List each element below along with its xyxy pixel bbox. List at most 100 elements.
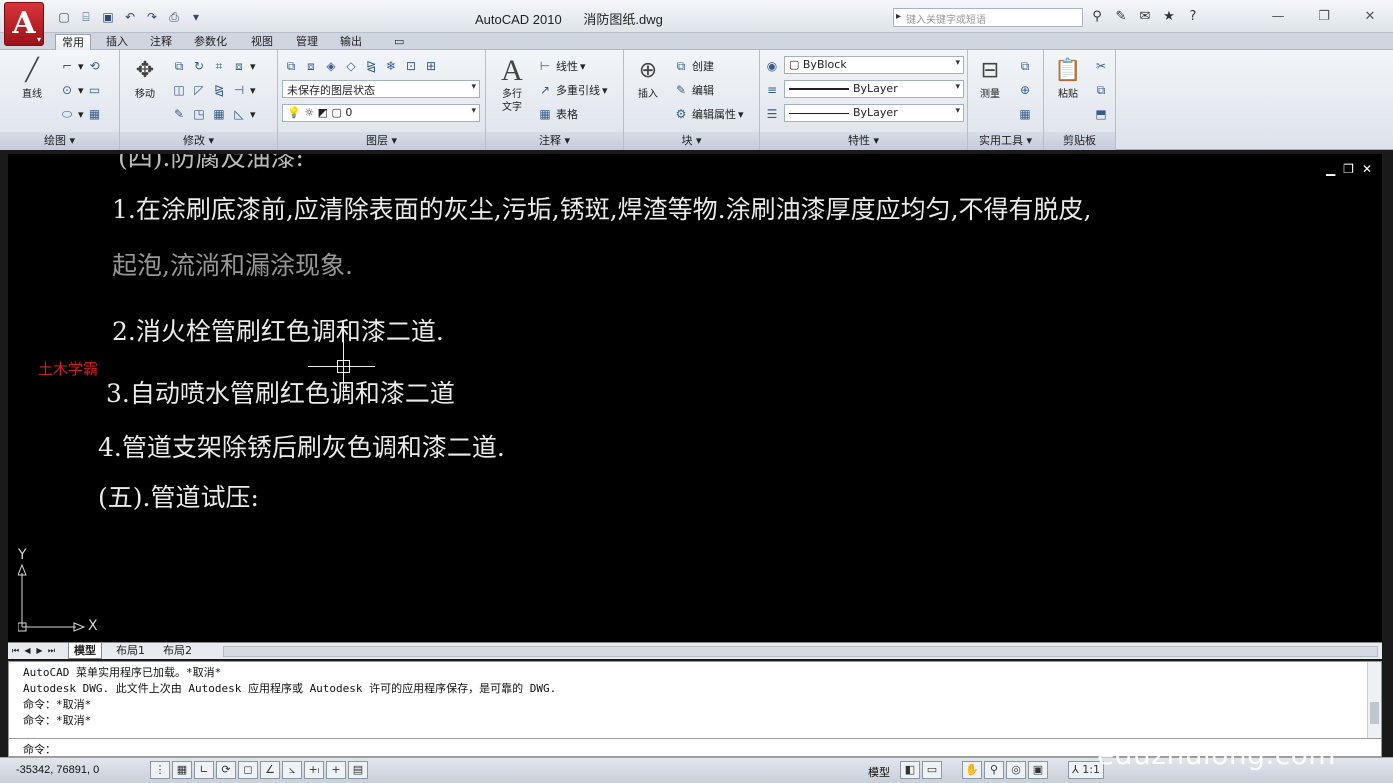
color-wheel-icon[interactable]: ◉ bbox=[763, 57, 781, 75]
last-layout-icon[interactable]: ⏭ bbox=[46, 645, 57, 657]
quick-properties-icon[interactable]: ▤ bbox=[348, 761, 368, 779]
tab-view[interactable]: 视图 bbox=[245, 34, 279, 50]
layer-walk-icon[interactable]: ⊞ bbox=[422, 57, 440, 75]
erase-icon[interactable]: ✎ bbox=[170, 105, 188, 123]
communication-icon[interactable]: ✉ bbox=[1136, 8, 1154, 26]
linear-dim-button[interactable]: ⊢ 线性 ▾ bbox=[536, 56, 586, 76]
tab-manage[interactable]: 管理 bbox=[290, 34, 324, 50]
next-layout-icon[interactable]: ▶ bbox=[34, 645, 45, 657]
select-all-icon[interactable]: ⊕ bbox=[1016, 81, 1034, 99]
rotate-icon[interactable]: ↻ bbox=[190, 57, 208, 75]
panel-draw-title[interactable]: 绘图 ▾ bbox=[0, 132, 119, 150]
color-dropdown[interactable]: ▢ ByBlock bbox=[784, 56, 964, 74]
new-icon[interactable]: ▢ bbox=[54, 7, 74, 27]
otrack-toggle-icon[interactable]: ∠ bbox=[260, 761, 280, 779]
create-block-button[interactable]: ⧉ 创建 bbox=[672, 56, 714, 76]
tab-layout2[interactable]: 布局2 bbox=[158, 643, 197, 659]
cut-icon[interactable]: ✂ bbox=[1092, 57, 1110, 75]
horizontal-scrollbar[interactable] bbox=[223, 646, 1378, 657]
tab-insert[interactable]: 插入 bbox=[100, 34, 134, 50]
lineweight-icon[interactable]: ≡ bbox=[763, 81, 781, 99]
grid-toggle-icon[interactable]: ▦ bbox=[172, 761, 192, 779]
tab-parametric[interactable]: 参数化 bbox=[188, 34, 233, 50]
layer-freeze-icon[interactable]: ❄ bbox=[382, 57, 400, 75]
snap-toggle-icon[interactable]: ⋮ bbox=[150, 761, 170, 779]
list-icon[interactable]: ☰ bbox=[763, 105, 781, 123]
layer-iso-icon[interactable]: ◈ bbox=[322, 57, 340, 75]
tab-layout1[interactable]: 布局1 bbox=[111, 643, 150, 659]
quick-view-layouts-icon[interactable]: ◧ bbox=[900, 761, 920, 779]
offset-icon[interactable]: ⧈ bbox=[230, 57, 248, 75]
layer-match-icon[interactable]: ⧎ bbox=[362, 57, 380, 75]
mleader-button[interactable]: ↗ 多重引线 ▾ bbox=[536, 80, 608, 100]
open-icon[interactable]: ⌸ bbox=[76, 7, 96, 27]
layer-state-icon[interactable]: ⧈ bbox=[302, 57, 320, 75]
tab-annotate[interactable]: 注释 bbox=[144, 34, 178, 50]
lineweight-toggle-icon[interactable]: + bbox=[326, 761, 346, 779]
drawing-close-icon[interactable]: ✕ bbox=[1362, 162, 1372, 176]
panel-modify-title[interactable]: 修改 ▾ bbox=[120, 132, 277, 150]
save-icon[interactable]: ▣ bbox=[98, 7, 118, 27]
binoculars-icon[interactable]: ⚲ bbox=[1088, 8, 1106, 26]
redo-icon[interactable]: ↷ bbox=[142, 7, 162, 27]
favorites-icon[interactable]: ★ bbox=[1160, 8, 1178, 26]
mtext-button[interactable]: A 多行 文字 bbox=[492, 54, 532, 114]
circle-button[interactable]: ⊙ ▾ ▭ bbox=[58, 80, 104, 100]
lineweight-dropdown[interactable]: ByLayer bbox=[784, 104, 964, 122]
line-button[interactable]: ╱ 直线 bbox=[12, 54, 52, 101]
layer-lock-icon[interactable]: ⊡ bbox=[402, 57, 420, 75]
edit-attribute-button[interactable]: ⚙ 编辑属性 ▾ bbox=[672, 104, 744, 124]
layer-dropdown[interactable]: 💡 ☼ ◩ ▢ 0 bbox=[282, 104, 480, 122]
showmotion-icon[interactable]: ▣ bbox=[1028, 761, 1048, 779]
quick-select-icon[interactable]: ⧉ bbox=[1016, 57, 1034, 75]
copy-icon[interactable]: ⧉ bbox=[170, 57, 188, 75]
edit-block-button[interactable]: ✎ 编辑 bbox=[672, 80, 714, 100]
minimize-icon[interactable]: — bbox=[1255, 0, 1301, 33]
fillet-icon[interactable]: ◸ bbox=[190, 81, 208, 99]
mirror-icon[interactable]: ⧎ bbox=[210, 81, 228, 99]
osnap-toggle-icon[interactable]: ◻ bbox=[238, 761, 258, 779]
tab-home[interactable]: 常用 bbox=[55, 34, 91, 50]
array-icon[interactable]: ▦ bbox=[210, 105, 228, 123]
calculator-icon[interactable]: ▦ bbox=[1016, 105, 1034, 123]
close-icon[interactable]: ✕ bbox=[1347, 0, 1393, 33]
ellipse-button[interactable]: ⬭ ▾ ▦ bbox=[58, 104, 104, 124]
extend-icon[interactable]: ⊣ bbox=[230, 81, 248, 99]
trim-icon[interactable]: ⌗ bbox=[210, 57, 228, 75]
ribbon-minimize-icon[interactable]: ▭ bbox=[388, 34, 410, 50]
rectangle-icon[interactable]: ▭ bbox=[86, 81, 104, 99]
scale-icon[interactable]: ◳ bbox=[190, 105, 208, 123]
paste-button[interactable]: 📋 粘贴 bbox=[1048, 54, 1088, 101]
dyn-toggle-icon[interactable]: +ₗ bbox=[304, 761, 324, 779]
panel-properties-title[interactable]: 特性 ▾ bbox=[760, 132, 967, 150]
insert-block-button[interactable]: ⊕ 插入 bbox=[628, 54, 668, 101]
polar-toggle-icon[interactable]: ⟳ bbox=[216, 761, 236, 779]
layer-properties-icon[interactable]: ⧉ bbox=[282, 57, 300, 75]
pan-icon[interactable]: ✋ bbox=[962, 761, 982, 779]
subscription-icon[interactable]: ✎ bbox=[1112, 8, 1130, 26]
panel-layers-title[interactable]: 图层 ▾ bbox=[278, 132, 485, 150]
drawing-canvas[interactable]: (四).防腐及油漆: 1.在涂刷底漆前,应清除表面的灰尘,污垢,锈斑,焊渣等物.… bbox=[8, 154, 1382, 642]
coordinates-readout[interactable]: -35342, 76891, 0 bbox=[16, 764, 99, 776]
qat-dropdown-icon[interactable]: ▾ bbox=[186, 7, 206, 27]
first-layout-icon[interactable]: ⏮ bbox=[10, 645, 21, 657]
linetype-dropdown[interactable]: ByLayer bbox=[784, 80, 964, 98]
match-properties-icon[interactable]: ⬒ bbox=[1092, 105, 1110, 123]
copy-clip-icon[interactable]: ⧉ bbox=[1092, 81, 1110, 99]
arc-icon[interactable]: ⟲ bbox=[86, 57, 104, 75]
command-scrollbar[interactable] bbox=[1367, 662, 1381, 738]
drawing-minimize-icon[interactable]: ▁ bbox=[1326, 162, 1335, 176]
layer-state-dropdown[interactable]: 未保存的图层状态 bbox=[282, 80, 480, 98]
prev-layout-icon[interactable]: ◀ bbox=[22, 645, 33, 657]
model-space-label[interactable]: 模型 bbox=[868, 764, 890, 780]
command-scrollbar-thumb[interactable] bbox=[1370, 702, 1379, 724]
panel-annotation-title[interactable]: 注释 ▾ bbox=[486, 132, 623, 150]
table-button[interactable]: ▦ 表格 bbox=[536, 104, 578, 124]
panel-utilities-title[interactable]: 实用工具 ▾ bbox=[968, 132, 1043, 150]
polyline-button[interactable]: ⌐ ▾ ⟲ bbox=[58, 56, 104, 76]
panel-block-title[interactable]: 块 ▾ bbox=[624, 132, 759, 150]
layer-off-icon[interactable]: ◇ bbox=[342, 57, 360, 75]
chamfer-icon[interactable]: ◺ bbox=[230, 105, 248, 123]
ortho-toggle-icon[interactable]: ∟ bbox=[194, 761, 214, 779]
ducs-toggle-icon[interactable]: ⦣ bbox=[282, 761, 302, 779]
